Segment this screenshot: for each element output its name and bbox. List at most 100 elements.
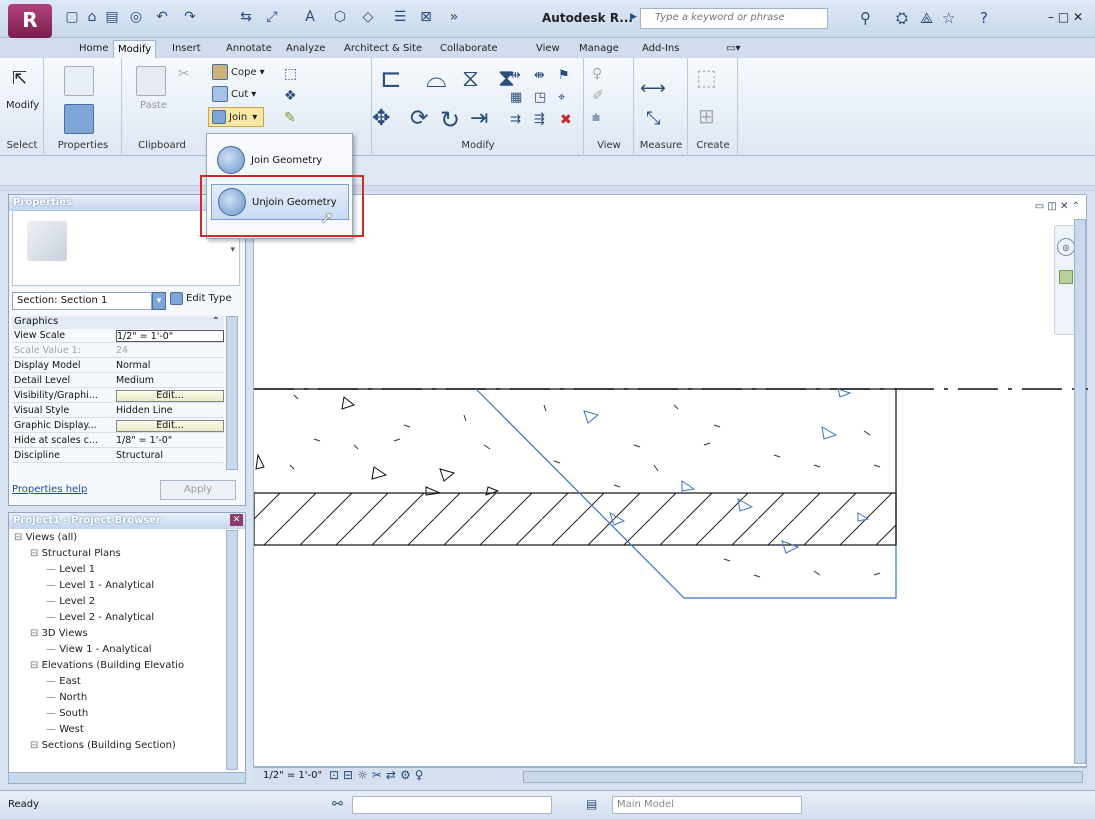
browser-tree-node[interactable]: — North [46, 692, 87, 703]
copy-icon[interactable]: ⟳ [410, 106, 428, 131]
property-row[interactable]: Graphic Display... Edit... [12, 420, 224, 433]
offset-icon[interactable]: ⌓ [426, 64, 447, 95]
new-icon[interactable]: ▢ [62, 8, 82, 26]
help-icon[interactable]: ? [980, 9, 988, 27]
browser-tree-node[interactable]: ⊟ Elevations (Building Elevatio [30, 660, 184, 671]
drawing-canvas[interactable]: ▭ ◫ ✕ ⌃ ◎ [253, 194, 1088, 767]
design-option-dropdown[interactable]: Main Model [612, 796, 802, 814]
property-row[interactable]: Scale Value 1: 24 [12, 345, 224, 358]
thin-lines-icon[interactable]: ☰ [390, 8, 410, 26]
browser-tree-node[interactable]: ⊟ Views (all) [14, 532, 77, 543]
redo-icon[interactable]: ↷ [180, 8, 200, 26]
trim-icon[interactable]: ⇥ [470, 106, 488, 131]
browser-tree-node[interactable]: — East [46, 676, 81, 687]
hide-icon[interactable]: ♀ [592, 66, 602, 82]
rotate-icon[interactable]: ↻ [440, 106, 460, 134]
application-menu-button[interactable]: R [8, 4, 52, 38]
modify-button[interactable]: Modify [6, 100, 39, 111]
split-icon[interactable]: ⇹ [510, 68, 521, 83]
scale-icon[interactable]: ◳ [534, 90, 546, 105]
cut-geometry-button[interactable]: Cut ▾ [212, 86, 256, 102]
linework-icon[interactable]: ⩧ [592, 110, 600, 126]
trim-extend-icon[interactable]: ⇉ [510, 112, 521, 127]
paste-icon[interactable] [136, 66, 166, 96]
view-control-icons[interactable]: ⊡⊟☼✂⇄⚙♀ [329, 768, 428, 782]
tab-home[interactable]: Home [75, 40, 113, 58]
open-icon[interactable]: ⌂ [82, 8, 102, 26]
measure-along-icon[interactable]: ⤡ [646, 108, 660, 129]
edit-type-button[interactable]: Edit Type [170, 292, 232, 305]
3d-view-icon[interactable]: ⬡ [330, 8, 350, 26]
canvas-v-scrollbar[interactable] [1074, 219, 1086, 764]
unpin-icon[interactable]: ⚑ [558, 68, 570, 83]
type-properties-icon[interactable] [64, 66, 94, 96]
properties-scrollbar[interactable] [226, 316, 238, 470]
override-graphics-icon[interactable]: ✐ [592, 88, 604, 104]
tab-insert[interactable]: Insert [168, 40, 205, 58]
property-edit-button[interactable]: Edit... [116, 420, 224, 432]
save-icon[interactable]: ▤ [102, 8, 122, 26]
browser-tree-node[interactable]: ⊟ Structural Plans [30, 548, 121, 559]
text-icon[interactable]: A [300, 8, 320, 26]
join-button[interactable]: Join ▾ [208, 107, 264, 127]
measure-icon[interactable]: ⇆ [236, 8, 256, 26]
tab-view[interactable]: View [532, 40, 564, 58]
undo-icon[interactable]: ↶ [152, 8, 172, 26]
subscription-icon[interactable]: ⛭ [896, 9, 908, 27]
paint-icon[interactable]: ✎ [284, 110, 296, 126]
align-icon[interactable]: ⊏ [380, 64, 402, 94]
activate-controls-icon[interactable]: ❖ [284, 88, 297, 104]
pin-icon[interactable]: ⌖ [558, 90, 565, 105]
browser-h-scrollbar[interactable] [8, 772, 246, 784]
join-geometry-item[interactable]: Join Geometry [211, 142, 349, 178]
sync-icon[interactable]: ◎ [126, 8, 146, 26]
apply-button[interactable]: Apply [160, 480, 236, 500]
tab-collaborate[interactable]: Collaborate [436, 40, 502, 58]
tree-collapse-icon[interactable]: ⊟ [14, 532, 26, 543]
tree-collapse-icon[interactable]: ⊟ [30, 548, 42, 559]
favorites-icon[interactable]: ☆ [942, 9, 955, 27]
design-options-icon[interactable]: ▤ [586, 797, 597, 811]
paste-button[interactable]: Paste [140, 100, 167, 111]
dimension-icon[interactable]: ⤢ [262, 8, 282, 26]
window-controls[interactable]: – □ ✕ [1048, 10, 1083, 24]
binoculars-icon[interactable]: ⚲ [860, 9, 871, 27]
ribbon-minimize-icon[interactable]: ▭▾ [722, 40, 744, 58]
steering-wheel-icon[interactable]: ◎ [1057, 238, 1075, 256]
view-window-controls[interactable]: ▭ ◫ ✕ ⌃ [1035, 201, 1080, 212]
close-hidden-icon[interactable]: ⊠ [416, 8, 436, 26]
move-icon[interactable]: ✥ [372, 106, 390, 131]
browser-scrollbar[interactable] [226, 530, 238, 770]
type-selector-dropdown-icon[interactable]: ▾ [152, 292, 166, 310]
tab-annotate[interactable]: Annotate [222, 40, 276, 58]
create-group-icon[interactable]: ⊞ [698, 104, 715, 128]
communication-icon[interactable]: ⟁ [920, 9, 933, 27]
trim-multiple-icon[interactable]: ⇶ [534, 112, 545, 127]
delete-icon[interactable]: ✖ [560, 112, 572, 128]
property-row[interactable]: Hide at scales c... 1/8" = 1'-0" [12, 435, 224, 448]
section-icon[interactable]: ◇ [358, 8, 378, 26]
cope-button[interactable]: Cope ▾ [212, 64, 265, 80]
create-assembly-icon[interactable]: ⬚ [696, 66, 717, 91]
browser-tree-node[interactable]: ⊟ 3D Views [30, 628, 88, 639]
tab-add-ins[interactable]: Add-Ins [638, 40, 683, 58]
view-scale[interactable]: 1/2" = 1'-0" [263, 770, 322, 781]
zoom-icon[interactable] [1059, 270, 1073, 284]
property-edit-button[interactable]: Edit... [116, 390, 224, 402]
type-selector[interactable]: Section: Section 1 [12, 292, 152, 310]
browser-tree-node[interactable]: — Level 2 [46, 596, 95, 607]
tree-collapse-icon[interactable]: ⊟ [30, 628, 42, 639]
search-input[interactable]: Type a keyword or phrase [640, 8, 828, 29]
browser-tree-node[interactable]: — Level 1 - Analytical [46, 580, 154, 591]
browser-tree-node[interactable]: ⊟ Sections (Building Section) [30, 740, 176, 751]
properties-help-link[interactable]: Properties help [12, 484, 87, 495]
workset-dropdown[interactable] [352, 796, 552, 814]
mirror-pick-axis-icon[interactable]: ⧖ [462, 64, 479, 92]
tab-manage[interactable]: Manage [575, 40, 623, 58]
browser-tree-node[interactable]: — Level 1 [46, 564, 95, 575]
browser-tree-node[interactable]: — West [46, 724, 84, 735]
worksets-icon[interactable]: ⚯ [332, 797, 343, 812]
canvas-h-scrollbar[interactable] [523, 771, 1083, 783]
array-icon[interactable]: ▦ [510, 90, 522, 105]
split-gap-icon[interactable]: ⇼ [534, 68, 545, 83]
